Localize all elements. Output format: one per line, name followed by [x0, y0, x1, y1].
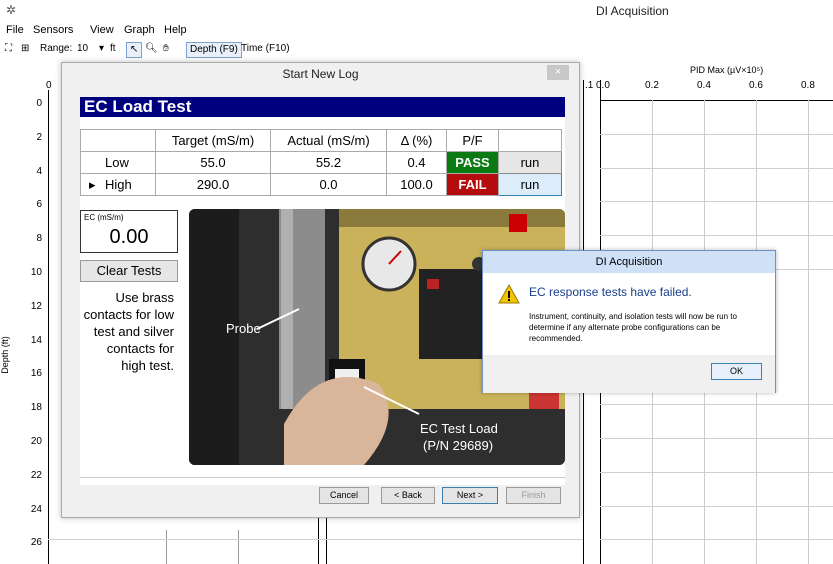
failure-message-box: DI Acquisition EC response tests have fa…	[482, 250, 776, 393]
target-cell: 55.0	[155, 151, 271, 174]
table-header: Δ (%)	[386, 129, 447, 152]
range-unit: ft	[110, 43, 116, 54]
row-selected-arrow-icon: ▸	[89, 176, 96, 192]
menu-view[interactable]: View	[90, 24, 114, 36]
depth-tick: 16	[30, 368, 42, 379]
panel-heading: EC Load Test	[80, 97, 565, 117]
pid-tick: .1	[585, 80, 594, 91]
row-label: ▸ High	[80, 173, 156, 196]
table-header: Actual (mS/m)	[270, 129, 387, 152]
app-icon: ✲	[6, 3, 17, 17]
cancel-button[interactable]: Cancel	[319, 487, 369, 504]
pan-hand-icon[interactable]: ✋︎	[163, 42, 169, 58]
ec-test-table: Target (mS/m) Actual (mS/m) Δ (%) P/F Lo…	[80, 129, 562, 196]
depth-tick: 8	[36, 233, 42, 244]
pass-badge: PASS	[446, 151, 499, 174]
pid-tick: 0.0	[596, 80, 610, 91]
table-header: P/F	[446, 129, 499, 152]
test-load-label: EC Test Load	[420, 421, 498, 436]
depth-tick: 20	[30, 436, 42, 447]
depth-mode-button[interactable]: Depth (F9)	[186, 42, 242, 58]
target-cell: 290.0	[155, 173, 271, 196]
instructions-text: Use brass contacts for low test and silv…	[83, 290, 174, 373]
pid-tick: 0.4	[697, 80, 711, 91]
back-button[interactable]: < Back	[381, 487, 435, 504]
pid-tick: 0.2	[645, 80, 659, 91]
menu-sensors[interactable]: Sensors	[33, 24, 73, 36]
range-value[interactable]: 10	[77, 42, 88, 58]
fit-icon[interactable]: ⛶	[5, 42, 12, 58]
zoom-icon[interactable]: 🔍︎	[145, 42, 158, 58]
time-mode-button[interactable]: Time (F10)	[241, 42, 290, 58]
toolbar: ⛶ ⊞ Range: 10 ▾ ft ↖ 🔍︎ ✋︎ Depth (F9) Ti…	[0, 40, 833, 60]
close-icon[interactable]: ×	[547, 65, 569, 80]
table-row: ▸ High 290.0 0.0 100.0 FAIL run	[80, 173, 562, 196]
depth-tick: 24	[30, 504, 42, 515]
table-header: Target (mS/m)	[155, 129, 271, 152]
table-header	[498, 129, 562, 152]
delta-cell: 0.4	[386, 151, 447, 174]
window-title: DI Acquisition	[596, 4, 669, 18]
next-button[interactable]: Next >	[442, 487, 498, 504]
table-row: Low 55.0 55.2 0.4 PASS run	[80, 151, 562, 174]
table-header	[80, 129, 156, 152]
ec-readout: EC (mS/m) 0.00	[80, 210, 178, 253]
message-title: DI Acquisition	[483, 251, 775, 273]
depth-tick: 12	[30, 301, 42, 312]
warning-icon	[498, 283, 520, 307]
finish-button[interactable]: Finish	[506, 487, 561, 504]
menu-help[interactable]: Help	[164, 24, 187, 36]
clear-tests-button[interactable]: Clear Tests	[80, 260, 178, 282]
actual-cell: 0.0	[270, 173, 387, 196]
depth-tick: 26	[30, 537, 42, 548]
fail-badge: FAIL	[446, 173, 499, 196]
test-load-part-number: (P/N 29689)	[423, 438, 494, 453]
range-label: Range:	[40, 43, 73, 54]
depth-top-tick: 0	[46, 80, 52, 91]
table-header-row: Target (mS/m) Actual (mS/m) Δ (%) P/F	[80, 129, 562, 152]
ec-readout-value: 0.00	[109, 226, 149, 248]
run-low-button[interactable]: run	[498, 151, 562, 174]
depth-tick: 22	[30, 470, 42, 481]
menu-graph[interactable]: Graph	[124, 24, 155, 36]
pid-tick: 0.6	[749, 80, 763, 91]
dialog-title: Start New Log	[282, 67, 359, 81]
actual-cell: 55.2	[270, 151, 387, 174]
ec-readout-label: EC (mS/m)	[84, 213, 124, 222]
range-dropdown-icon[interactable]: ▾	[99, 42, 104, 58]
message-heading: EC response tests have failed.	[529, 285, 692, 299]
run-high-button[interactable]: run	[498, 173, 562, 196]
depth-tick: 10	[30, 267, 42, 278]
menu-bar: File Sensors View Graph Help	[0, 21, 833, 39]
pid-axis-label: PID Max (µV×10⁵)	[690, 65, 764, 75]
probe-label: Probe	[226, 321, 261, 336]
depth-tick: 6	[36, 199, 42, 210]
ok-button[interactable]: OK	[711, 363, 762, 380]
depth-tick: 4	[36, 166, 42, 177]
depth-axis-label: Depth (ft)	[0, 336, 10, 374]
depth-tick: 14	[30, 335, 42, 346]
row-label: Low	[80, 151, 156, 174]
depth-tick: 2	[36, 132, 42, 143]
title-bar: ✲ DI Acquisition	[0, 0, 833, 21]
delta-cell: 100.0	[386, 173, 447, 196]
menu-file[interactable]: File	[6, 24, 24, 36]
depth-tick: 0	[36, 98, 42, 109]
zoom-extents-icon[interactable]: ⊞	[21, 42, 29, 58]
message-body: Instrument, continuity, and isolation te…	[529, 312, 737, 343]
pid-tick: 0.8	[801, 80, 815, 91]
depth-tick: 18	[30, 402, 42, 413]
depth-axis-line	[48, 90, 49, 564]
pointer-icon[interactable]: ↖	[126, 42, 143, 58]
